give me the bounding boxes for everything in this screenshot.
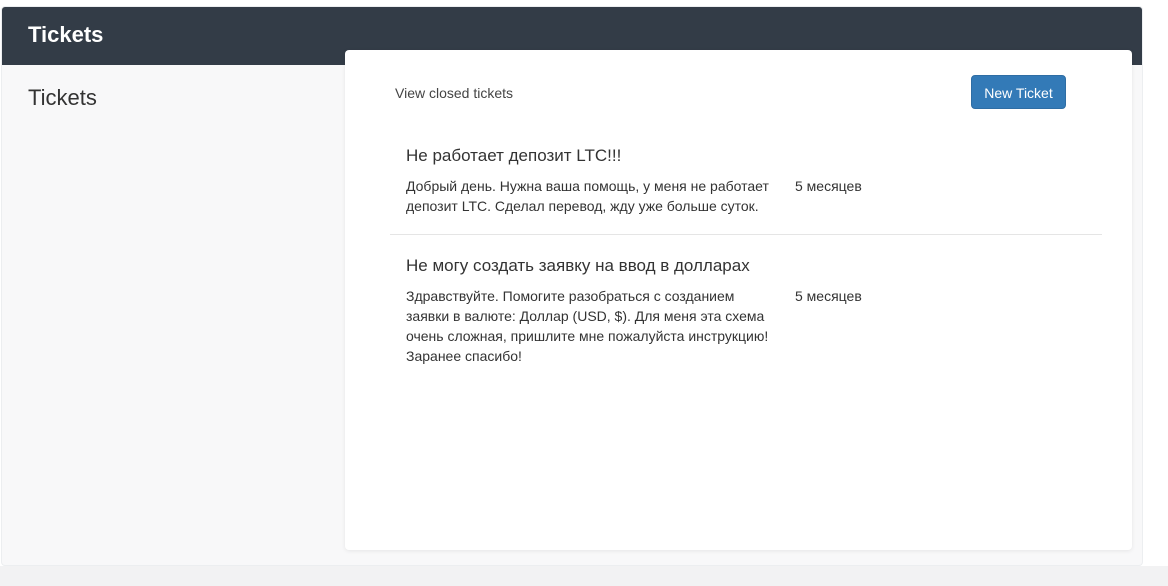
ticket-divider — [390, 234, 1102, 235]
new-ticket-button[interactable]: New Ticket — [971, 75, 1066, 109]
ticket-title[interactable]: Не могу создать заявку на ввод в доллара… — [406, 255, 750, 277]
ticket-age: 5 месяцев — [795, 178, 862, 194]
ticket-age: 5 месяцев — [795, 288, 862, 304]
tickets-panel: Tickets Tickets View closed tickets New … — [2, 7, 1142, 565]
ticket-preview: Добрый день. Нужна ваша помощь, у меня н… — [406, 178, 769, 214]
view-closed-tickets-link[interactable]: View closed tickets — [395, 84, 513, 102]
tickets-card: View closed tickets New Ticket Не работа… — [345, 50, 1132, 550]
ticket-title[interactable]: Не работает депозит LTC!!! — [406, 145, 621, 167]
page-footer-strip — [0, 566, 1168, 586]
ticket-preview: Здравствуйте. Помогите разобраться с соз… — [406, 288, 769, 364]
header-title: Tickets — [28, 22, 104, 47]
sidebar-title: Tickets — [28, 85, 97, 110]
